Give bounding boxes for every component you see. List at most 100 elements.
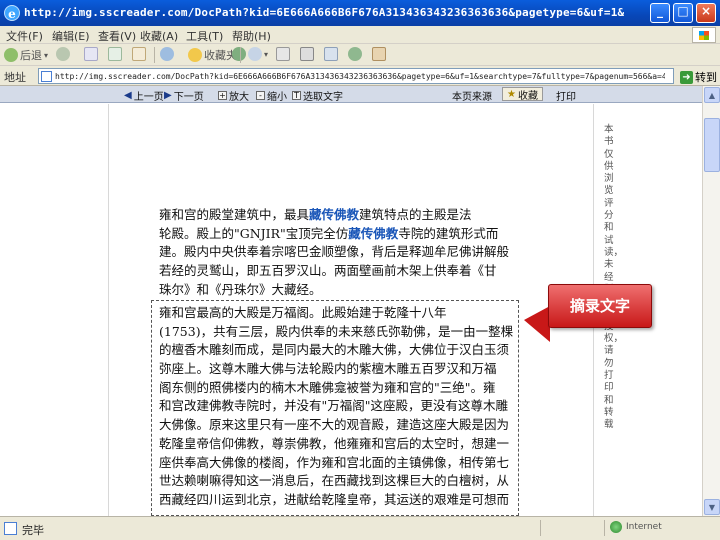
toolbar-divider: [240, 47, 241, 63]
window-title: http://img.sscreader.com/DocPath?kid=6E6…: [24, 6, 624, 19]
menu-edit[interactable]: 编辑(E): [52, 28, 90, 44]
zoom-in-icon: +: [218, 91, 227, 100]
zone-label: Internet: [626, 522, 662, 532]
refresh-icon: [108, 47, 122, 61]
maximize-button[interactable]: □: [673, 3, 693, 23]
text-segment: 建筑特点的主殿是法: [359, 207, 472, 222]
status-divider: [540, 520, 541, 536]
bookmark-icon: ★: [507, 88, 516, 100]
toolbar-divider: [154, 47, 155, 63]
globe-icon: [610, 521, 622, 533]
left-arrow-icon: ◀: [124, 90, 132, 101]
print-page-button[interactable]: 打印: [556, 88, 576, 103]
stop-button[interactable]: [84, 47, 98, 61]
printer-icon: [300, 47, 314, 61]
edit-button[interactable]: [324, 47, 338, 61]
windows-logo-icon: [692, 27, 716, 43]
page-status-icon: [4, 522, 17, 535]
zoom-out-label: 缩小: [267, 92, 287, 103]
chevron-down-icon: ▾: [44, 50, 49, 60]
zoom-out-button[interactable]: - 缩小: [256, 88, 287, 103]
menu-tools[interactable]: 工具(T): [186, 28, 223, 44]
bookmark-label: 收藏: [517, 90, 538, 102]
messenger-icon: [348, 47, 362, 61]
address-url: http://img.sscreader.com/DocPath?kid=6E6…: [55, 72, 665, 81]
text-segment: 轮殿。殿上的"GNJIR"宝顶完全仿: [159, 225, 349, 241]
document-page: 雍和宫的殿堂建筑中，最具藏传佛教建筑特点的主殿是法 轮殿。殿上的"GNJIR"宝…: [108, 104, 594, 516]
page-icon: [41, 71, 52, 82]
select-text-icon: T: [292, 91, 301, 100]
next-page-label: 下一页: [173, 92, 204, 103]
go-arrow-icon: ➜: [680, 70, 693, 84]
title-bar: e http://img.sscreader.com/DocPath?kid=6…: [0, 0, 720, 26]
back-label: 后退: [20, 49, 42, 62]
reader-toolbar: ◀ 上一页 ▶ 下一页 + 放大 - 缩小 T 选取文字 本页来源 ★ 收藏 打…: [0, 86, 702, 103]
page-source-link[interactable]: 本页来源: [452, 88, 492, 103]
text-line: 雍和宫的殿堂建筑中，最具藏传佛教建筑特点的主殿是法: [159, 206, 519, 225]
address-label: 地址: [4, 71, 26, 84]
text-segment: 寺院的建筑形式而: [398, 225, 499, 241]
menu-view[interactable]: 查看(V): [98, 28, 136, 44]
history-button[interactable]: ▾: [248, 47, 268, 61]
messenger-button[interactable]: [348, 47, 362, 61]
standard-toolbar: 后退 ▾ 收藏夹 ▾: [0, 44, 720, 66]
highlighted-keyword: 藏传佛教: [348, 225, 399, 241]
ie-icon: e: [4, 5, 20, 21]
back-arrow-icon: [4, 48, 18, 62]
history-icon: [248, 47, 262, 61]
text-selection-box[interactable]: [151, 300, 519, 516]
security-zone: Internet: [610, 521, 662, 533]
next-page-button[interactable]: ▶ 下一页: [164, 88, 204, 103]
vertical-scrollbar[interactable]: ▲ ▼: [702, 86, 720, 516]
search-icon: [160, 47, 174, 61]
favorites-button[interactable]: 收藏夹: [188, 47, 237, 63]
scroll-thumb[interactable]: [704, 118, 720, 172]
prev-page-label: 上一页: [133, 92, 164, 103]
text-line: 珠尔》和《丹珠尔》大藏经。: [159, 281, 322, 297]
select-text-button[interactable]: T 选取文字: [292, 88, 343, 103]
bookmark-button[interactable]: ★ 收藏: [502, 87, 543, 102]
home-button[interactable]: [132, 47, 146, 61]
forward-arrow-icon: [56, 47, 70, 61]
text-line: 轮殿。殿上的"GNJIR"宝顶完全仿藏传佛教寺院的建筑形式而: [159, 225, 519, 244]
copyright-notice: 本书仅供浏览评分和试读，未经版权方授权，请勿打印和转载: [604, 124, 624, 431]
menu-favorites[interactable]: 收藏(A): [140, 28, 178, 44]
callout-pointer: [524, 306, 550, 342]
scroll-down-icon[interactable]: ▼: [704, 499, 720, 515]
folder-icon: [372, 47, 386, 61]
prev-page-button[interactable]: ◀ 上一页: [124, 88, 164, 103]
zoom-out-icon: -: [256, 91, 265, 100]
go-label: 转到: [695, 71, 717, 84]
excerpt-text-callout: 摘录文字: [548, 284, 652, 328]
mail-button[interactable]: [276, 47, 290, 61]
extra-button[interactable]: [372, 47, 386, 61]
status-text: 完毕: [22, 524, 44, 537]
home-icon: [132, 47, 146, 61]
address-input[interactable]: http://img.sscreader.com/DocPath?kid=6E6…: [38, 68, 674, 84]
right-arrow-icon: ▶: [164, 90, 172, 101]
refresh-button[interactable]: [108, 47, 122, 61]
menu-help[interactable]: 帮助(H): [232, 28, 271, 44]
search-button[interactable]: [160, 47, 174, 61]
highlighted-keyword: 藏传佛教: [309, 207, 360, 222]
mail-icon: [276, 47, 290, 61]
edit-icon: [324, 47, 338, 61]
zoom-in-button[interactable]: + 放大: [218, 88, 249, 103]
address-bar: 地址 http://img.sscreader.com/DocPath?kid=…: [0, 66, 720, 86]
zoom-in-label: 放大: [229, 92, 249, 103]
select-text-label: 选取文字: [303, 92, 343, 103]
stop-icon: [84, 47, 98, 61]
forward-button[interactable]: [56, 47, 70, 61]
print-button[interactable]: [300, 47, 314, 61]
minimize-button[interactable]: _: [650, 3, 670, 23]
scroll-up-icon[interactable]: ▲: [704, 87, 720, 103]
close-button[interactable]: ×: [696, 3, 716, 23]
paragraph-1: 雍和宫的殿堂建筑中，最具藏传佛教建筑特点的主殿是法 轮殿。殿上的"GNJIR"宝…: [159, 206, 519, 299]
go-button[interactable]: ➜ 转到: [680, 69, 717, 85]
back-button[interactable]: 后退 ▾: [4, 47, 48, 63]
menu-file[interactable]: 文件(F): [6, 28, 43, 44]
text-line: 若经的灵鹫山，即五百罗汉山。两面壁画前木架上供奉着《甘: [159, 263, 497, 279]
media-button[interactable]: [232, 47, 246, 61]
media-icon: [232, 47, 246, 61]
status-divider: [604, 520, 605, 536]
